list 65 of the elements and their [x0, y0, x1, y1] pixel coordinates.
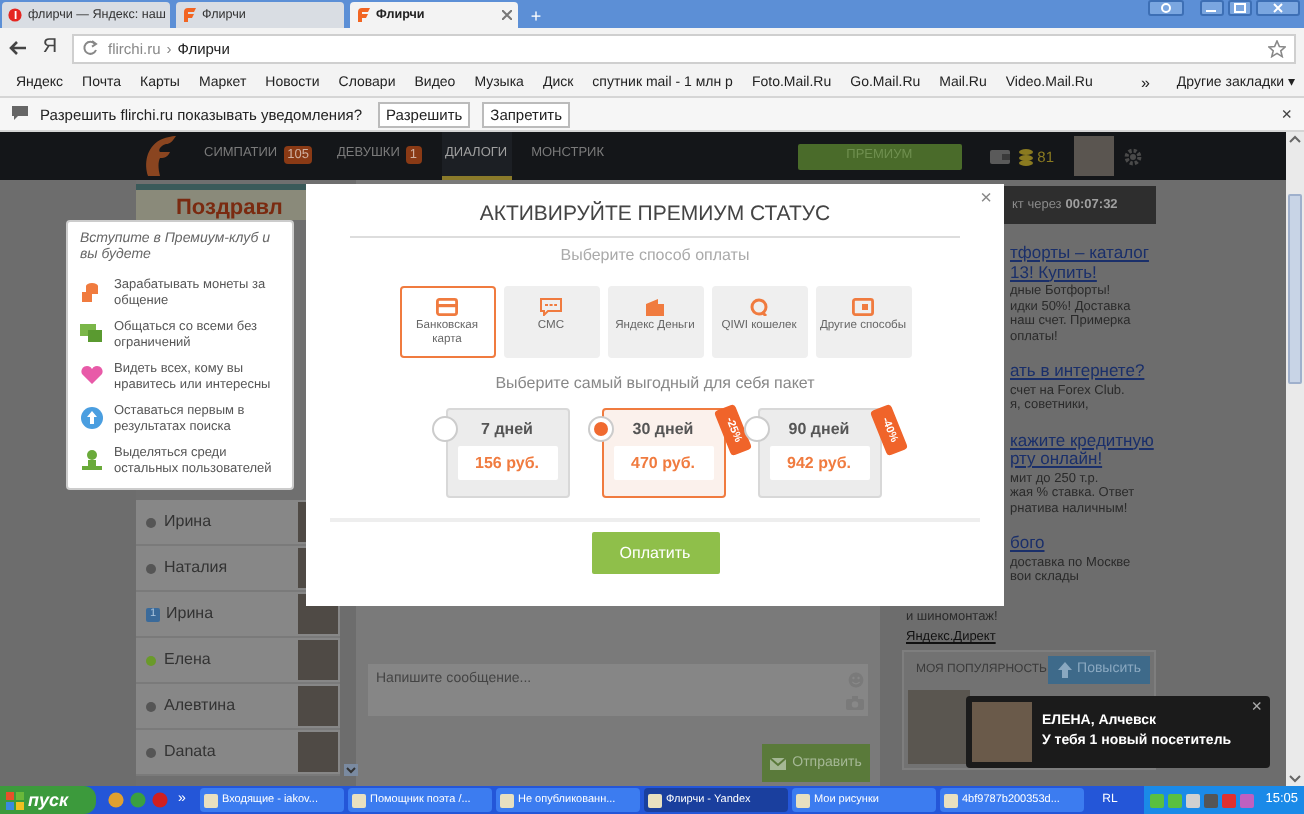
app-icon	[648, 793, 662, 807]
chevron-up-icon	[1288, 134, 1302, 144]
scrollbar-thumb[interactable]	[1288, 194, 1302, 384]
wallet-icon	[644, 298, 666, 316]
flame-icon	[182, 8, 196, 22]
package-option[interactable]: 30 дней 470 руб.	[601, 408, 725, 498]
envelope-icon	[770, 757, 787, 769]
package-price: 470 руб.	[613, 446, 713, 480]
new-tab-button[interactable]: +	[524, 6, 548, 26]
package-duration: 90 дней	[788, 420, 850, 440]
windows-logo-icon	[6, 791, 24, 809]
photo-placeholder	[908, 690, 970, 764]
banner-text: Поздравл	[176, 196, 283, 220]
card-icon	[436, 298, 458, 316]
wallet-icon[interactable]	[989, 148, 1010, 164]
package-duration: 30 дней	[632, 420, 694, 440]
photo-placeholder	[298, 640, 338, 680]
package-option[interactable]: 7 дней 156 руб.	[445, 408, 569, 498]
payment-prompt: Выберите способ оплаты	[560, 246, 750, 266]
photo-placeholder	[298, 732, 338, 772]
person-icon	[80, 448, 104, 472]
speech-bubble-icon	[540, 298, 562, 316]
settings-icon[interactable]	[1124, 147, 1142, 165]
close-button[interactable]: ×	[980, 190, 992, 210]
close-button[interactable]: ×	[1281, 105, 1292, 123]
dialog-item[interactable]: Алевтина	[136, 684, 340, 730]
dialog-title: АКТИВИРУЙТЕ ПРЕМИУМ СТАТУС	[479, 202, 831, 226]
settings-icon[interactable]	[1148, 0, 1184, 16]
heart-icon	[80, 364, 104, 388]
scrollbar[interactable]	[1286, 132, 1304, 786]
flame-icon	[356, 8, 370, 22]
photo-placeholder	[298, 686, 338, 726]
maximize-icon[interactable]	[1228, 0, 1252, 16]
app-icon	[204, 793, 218, 807]
radio-button[interactable]	[587, 416, 613, 442]
flame-logo-icon	[144, 136, 176, 176]
package-option[interactable]: 90 дней 942 руб.	[757, 408, 881, 498]
avatar-photo-placeholder	[972, 702, 1032, 762]
star-icon[interactable]	[1268, 39, 1286, 57]
chat-bubbles-icon	[80, 322, 104, 346]
minimize-icon[interactable]	[1200, 0, 1224, 16]
radio-button[interactable]	[431, 416, 457, 442]
app-icon	[944, 793, 958, 807]
package-prompt: Выберите самый выгодный для себя пакет	[495, 374, 815, 394]
chevron-down-icon[interactable]	[344, 764, 358, 776]
dialog-item[interactable]: Елена	[136, 638, 340, 684]
dialog-item[interactable]: Danata	[136, 730, 340, 776]
app-icon	[500, 793, 514, 807]
app-icon	[352, 793, 366, 807]
ring-icon	[748, 298, 770, 316]
speech-bubble-icon	[12, 106, 28, 122]
package-duration: 7 дней	[481, 420, 533, 440]
more-bookmarks-button[interactable]: »	[1140, 73, 1150, 91]
package-price: 156 руб.	[457, 446, 557, 480]
yandex-button[interactable]: Я	[40, 36, 60, 60]
reload-icon	[82, 40, 98, 56]
up-arrow-icon	[1057, 662, 1072, 678]
app-icon	[796, 793, 810, 807]
back-arrow-icon[interactable]	[8, 40, 28, 56]
close-icon	[502, 10, 512, 20]
close-icon[interactable]	[1256, 0, 1300, 16]
close-button[interactable]: ×	[1251, 698, 1262, 716]
site-favicon-icon	[8, 8, 22, 22]
start-button[interactable]: пуск	[0, 786, 96, 814]
package-price: 942 руб.	[769, 446, 869, 480]
